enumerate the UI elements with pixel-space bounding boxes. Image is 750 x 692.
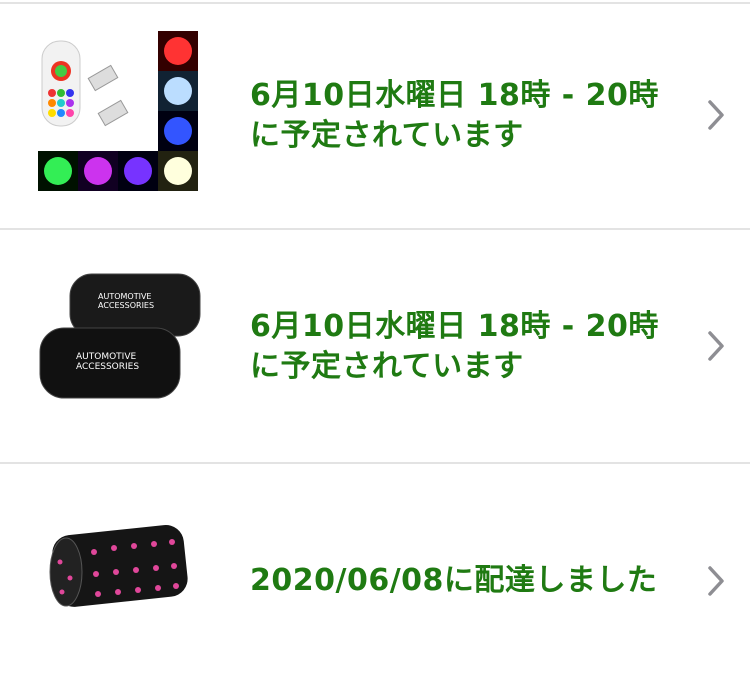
product-brand-text: AUTOMOTIVE ACCESSORIES (98, 292, 155, 310)
delivery-status: 6月10日水曜日 18時 - 20時 に予定されています (250, 76, 659, 156)
order-item-2[interactable]: AUTOMOTIVE ACCESSORIES AUTOMOTIVE ACCESS… (0, 230, 750, 462)
headrest-pillow-icon (36, 270, 206, 410)
delivery-status-line1: 6月10日水曜日 18時 - 20時 (250, 309, 659, 344)
order-item-thumbnail[interactable]: AUTOMOTIVE ACCESSORIES AUTOMOTIVE ACCESS… (36, 270, 206, 410)
order-item-thumbnail[interactable] (44, 522, 194, 612)
delivery-status: 2020/06/08に配達しました (250, 561, 657, 601)
product-brand-text: AUTOMOTIVE ACCESSORIES (76, 352, 140, 372)
chevron-right-icon[interactable] (704, 329, 728, 363)
led-bulb-remote-icon (38, 31, 198, 191)
chevron-right-icon[interactable] (704, 98, 728, 132)
delivery-status-line1: 2020/06/08に配達しました (250, 563, 658, 598)
cushion-roll-icon (44, 522, 194, 612)
chevron-right-icon[interactable] (704, 564, 728, 598)
delivery-status-line2: に予定されています (250, 118, 524, 153)
order-item-3[interactable]: 2020/06/08に配達しました (0, 464, 750, 692)
delivery-status-line2: に予定されています (250, 349, 524, 384)
order-item-thumbnail[interactable] (38, 31, 198, 191)
delivery-status-line1: 6月10日水曜日 18時 - 20時 (250, 78, 659, 113)
delivery-status: 6月10日水曜日 18時 - 20時 に予定されています (250, 307, 659, 387)
order-item-1[interactable]: 6月10日水曜日 18時 - 20時 に予定されています (0, 4, 750, 228)
